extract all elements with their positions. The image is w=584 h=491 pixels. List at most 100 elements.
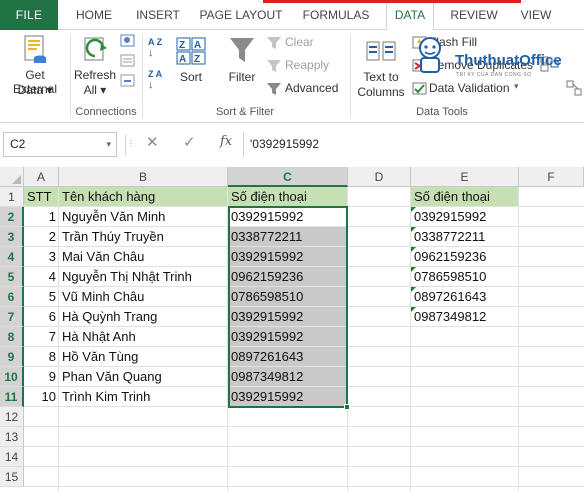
column-header-d[interactable]: D bbox=[348, 167, 411, 187]
cell-b8[interactable]: Hà Nhật Anh bbox=[59, 327, 228, 347]
row-header-13[interactable]: 13 bbox=[0, 427, 24, 447]
row-header-3[interactable]: 3 bbox=[0, 227, 24, 247]
row-header-15[interactable]: 15 bbox=[0, 467, 24, 487]
cell-b9[interactable]: Hồ Văn Tùng bbox=[59, 347, 228, 367]
row-header-10[interactable]: 10 bbox=[0, 367, 24, 387]
text-number-warning-icon[interactable] bbox=[411, 267, 416, 272]
formula-input[interactable]: '0392915992 bbox=[243, 132, 584, 157]
cell-b4[interactable]: Mai Văn Châu bbox=[59, 247, 228, 267]
row-header-12[interactable]: 12 bbox=[0, 407, 24, 427]
tab-file[interactable]: FILE bbox=[0, 0, 58, 30]
group-separator bbox=[350, 34, 351, 118]
cell-e3[interactable]: 0338772211 bbox=[411, 227, 519, 247]
cell-b5[interactable]: Nguyễn Thị Nhật Trinh bbox=[59, 267, 228, 287]
ribbon: Get External Data ▾ Refresh All ▾ Connec… bbox=[0, 30, 584, 123]
column-header-c[interactable]: C bbox=[228, 167, 348, 187]
filter-button[interactable]: Filter bbox=[222, 30, 262, 104]
tab-insert[interactable]: INSERT bbox=[128, 0, 188, 30]
column-header-e[interactable]: E bbox=[411, 167, 519, 187]
cell-a4[interactable]: 3 bbox=[24, 247, 59, 267]
column-header-f[interactable]: F bbox=[519, 167, 584, 187]
cell-b6[interactable]: Vũ Minh Châu bbox=[59, 287, 228, 307]
refresh-all-button[interactable]: Refresh All ▾ bbox=[72, 30, 118, 104]
cell-a11[interactable]: 10 bbox=[24, 387, 59, 407]
advanced-button[interactable]: Advanced bbox=[264, 80, 342, 98]
clear-filter-icon bbox=[267, 37, 281, 49]
chevron-down-icon[interactable]: ▾ bbox=[106, 133, 111, 156]
cancel-icon[interactable]: ✕ bbox=[146, 133, 159, 151]
cell-a6[interactable]: 5 bbox=[24, 287, 59, 307]
cell-e4[interactable]: 0962159236 bbox=[411, 247, 519, 267]
cell-c1[interactable]: Số điện thoại bbox=[228, 187, 348, 207]
watermark-logo: ThuthuatOffice TRI KY CUA DAN CONG SO bbox=[400, 34, 584, 96]
text-number-warning-icon[interactable] bbox=[411, 207, 416, 212]
cell-a5[interactable]: 4 bbox=[24, 267, 59, 287]
cell-e6[interactable]: 0897261643 bbox=[411, 287, 519, 307]
cell-a7[interactable]: 6 bbox=[24, 307, 59, 327]
properties-icon[interactable] bbox=[120, 54, 136, 68]
name-box[interactable]: C2 ▾ bbox=[3, 132, 117, 157]
sort-button[interactable]: Z A A Z Sort bbox=[172, 30, 210, 104]
sort-a-z-button[interactable]: A Z ↓ bbox=[148, 38, 168, 60]
row-header-5[interactable]: 5 bbox=[0, 267, 24, 287]
text-number-warning-icon[interactable] bbox=[411, 247, 416, 252]
row-header-11[interactable]: 11 bbox=[0, 387, 24, 407]
cell-e1[interactable]: Số điện thoại bbox=[411, 187, 519, 207]
row-header-14[interactable]: 14 bbox=[0, 447, 24, 467]
tab-view[interactable]: VIEW bbox=[512, 0, 560, 30]
edit-links-icon[interactable] bbox=[120, 74, 136, 88]
cell-b7[interactable]: Hà Quỳnh Trang bbox=[59, 307, 228, 327]
row-header-2[interactable]: 2 bbox=[0, 207, 24, 227]
sort-a-z-icon: A Z bbox=[148, 37, 163, 47]
cell-e5[interactable]: 0786598510 bbox=[411, 267, 519, 287]
sort-filter-group-label: Sort & Filter bbox=[215, 106, 275, 118]
worksheet-grid[interactable]: A B C D E F 1 2 3 4 5 6 7 8 9 10 11 12 1… bbox=[0, 167, 584, 491]
cell-a3[interactable]: 2 bbox=[24, 227, 59, 247]
tab-data[interactable]: DATA bbox=[386, 0, 434, 31]
enter-icon[interactable]: ✓ bbox=[183, 133, 196, 151]
database-doc-icon bbox=[24, 35, 46, 63]
select-all-corner[interactable] bbox=[0, 167, 24, 187]
tab-home[interactable]: HOME bbox=[66, 0, 122, 30]
row-header-1[interactable]: 1 bbox=[0, 187, 24, 207]
column-header-a[interactable]: A bbox=[24, 167, 59, 187]
text-number-warning-icon[interactable] bbox=[411, 227, 416, 232]
tab-page-layout[interactable]: PAGE LAYOUT bbox=[194, 0, 288, 30]
column-header-b[interactable]: B bbox=[59, 167, 228, 187]
text-number-warning-icon[interactable] bbox=[411, 287, 416, 292]
cell-b10[interactable]: Phan Văn Quang bbox=[59, 367, 228, 387]
tab-review[interactable]: REVIEW bbox=[444, 0, 504, 30]
sort-z-a-button[interactable]: Z A ↓ bbox=[148, 70, 168, 92]
row-header-7[interactable]: 7 bbox=[0, 307, 24, 327]
reapply-button[interactable]: Reapply bbox=[264, 57, 336, 75]
advanced-label: Advanced bbox=[285, 81, 339, 95]
clear-label: Clear bbox=[285, 35, 314, 49]
clear-button[interactable]: Clear bbox=[264, 34, 336, 52]
get-external-data-button[interactable]: Get External Data ▾ bbox=[0, 30, 68, 104]
fill-handle[interactable] bbox=[344, 404, 350, 410]
sort-dialog-icon: Z A A Z bbox=[176, 37, 206, 65]
cell-e7[interactable]: 0987349812 bbox=[411, 307, 519, 327]
row-header-8[interactable]: 8 bbox=[0, 327, 24, 347]
cell-b3[interactable]: Trần Thúy Truyền bbox=[59, 227, 228, 247]
row-header-9[interactable]: 9 bbox=[0, 347, 24, 367]
cell-a9[interactable]: 8 bbox=[24, 347, 59, 367]
row-header-4[interactable]: 4 bbox=[0, 247, 24, 267]
insert-function-icon[interactable]: fx bbox=[220, 134, 232, 149]
cell-a10[interactable]: 9 bbox=[24, 367, 59, 387]
tab-formulas[interactable]: FORMULAS bbox=[296, 0, 376, 30]
gridline bbox=[24, 466, 584, 467]
cell-b1[interactable]: Tên khách hàng bbox=[59, 187, 228, 207]
text-number-warning-icon[interactable] bbox=[411, 307, 416, 312]
selection-border bbox=[228, 206, 348, 408]
cell-e2[interactable]: 0392915992 bbox=[411, 207, 519, 227]
row-header-6[interactable]: 6 bbox=[0, 287, 24, 307]
gridline bbox=[24, 446, 584, 447]
cell-a2[interactable]: 1 bbox=[24, 207, 59, 227]
cell-a1[interactable]: STT bbox=[24, 187, 59, 207]
cell-b2[interactable]: Nguyễn Văn Minh bbox=[59, 207, 228, 227]
connections-icon[interactable] bbox=[120, 34, 136, 48]
cell-a8[interactable]: 7 bbox=[24, 327, 59, 347]
cell-b11[interactable]: Trình Kim Trinh bbox=[59, 387, 228, 407]
mascot-logo-icon bbox=[419, 37, 441, 73]
